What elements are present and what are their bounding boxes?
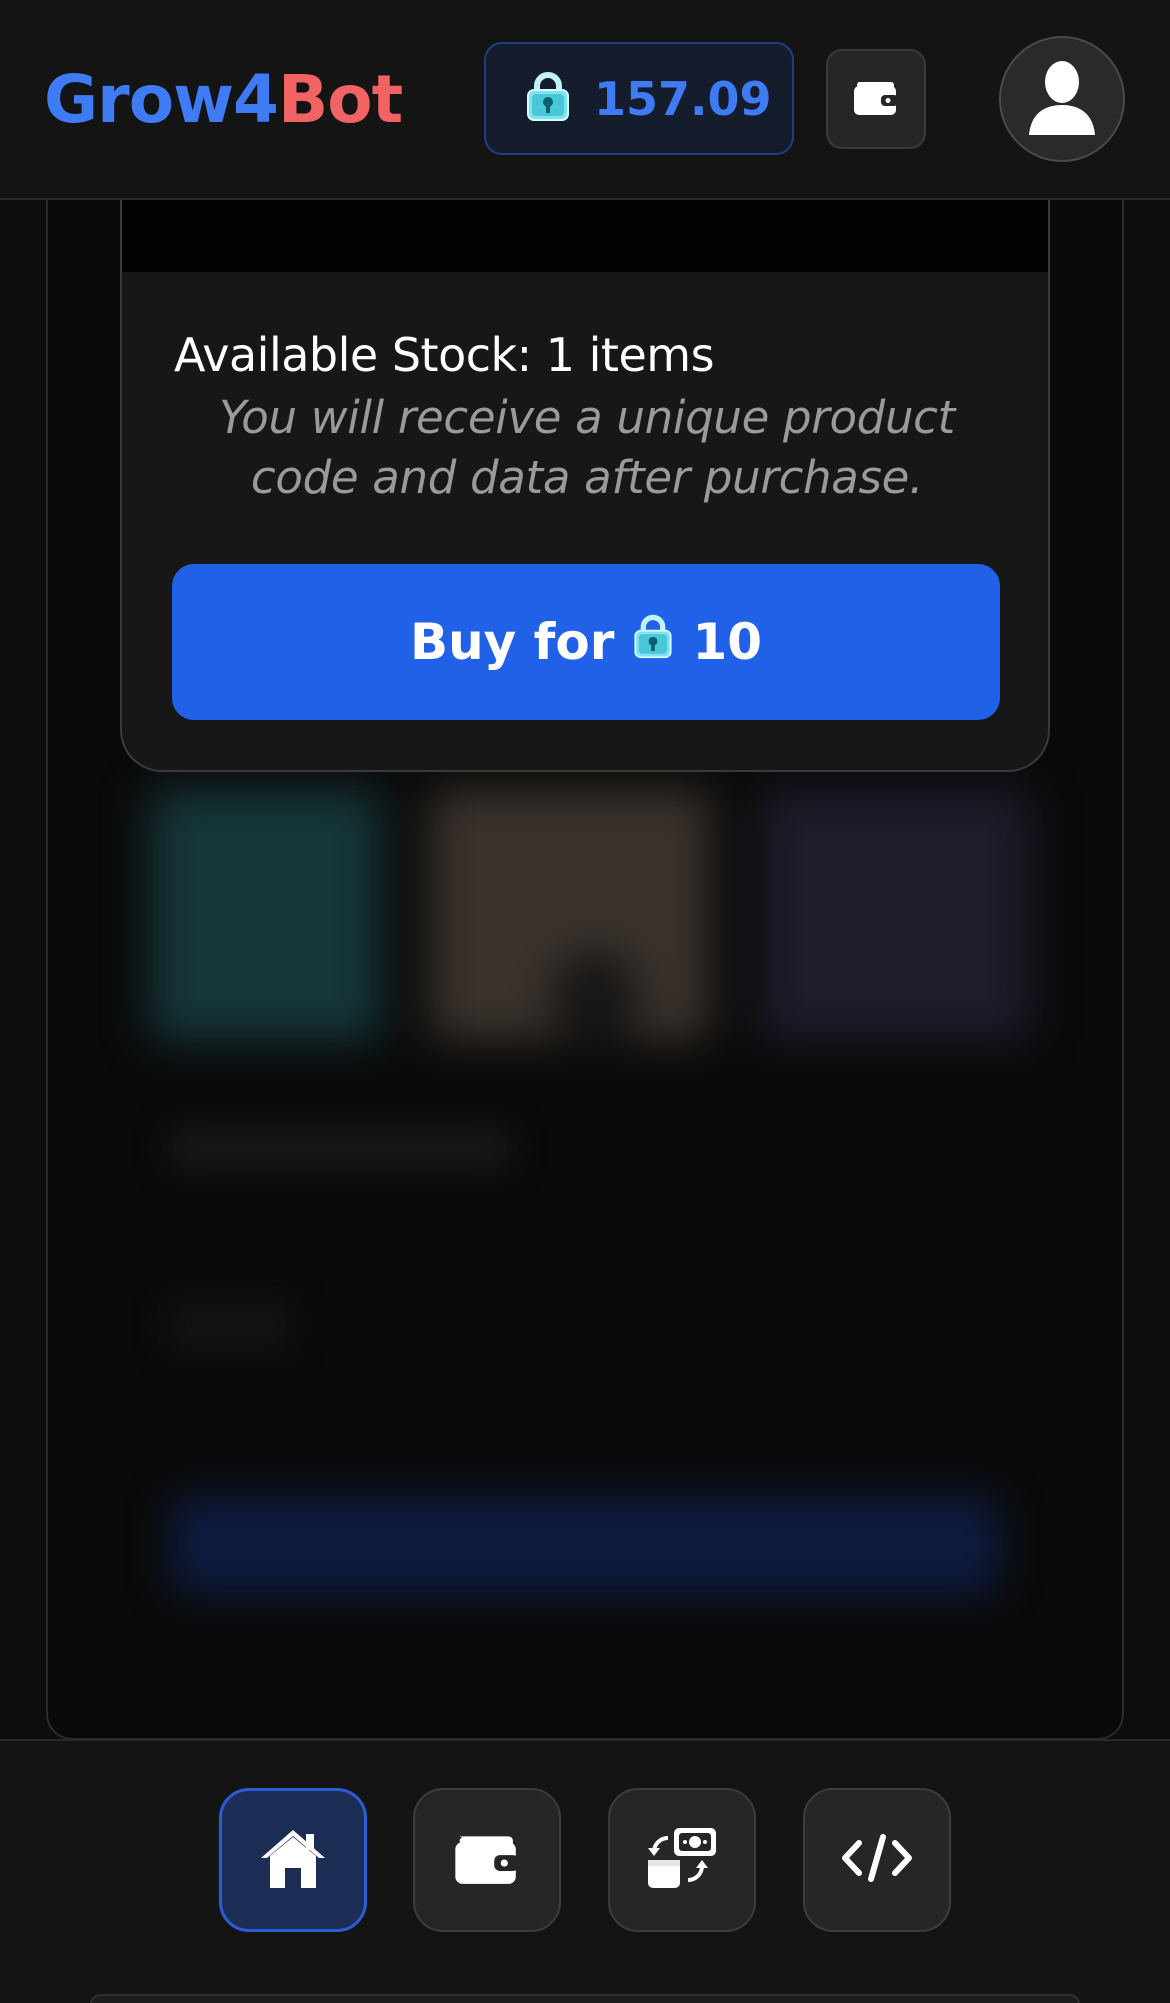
top-header: Grow4Bot 157.09 (0, 0, 1170, 200)
lock-gem-icon (630, 612, 676, 672)
nav-exchange-button[interactable] (608, 1788, 756, 1932)
nav-wallet-button[interactable] (413, 1788, 561, 1932)
purchase-card: Available Stock: 1 items You will receiv… (120, 200, 1050, 772)
header-wallet-button[interactable] (826, 49, 926, 149)
wallet-icon (851, 76, 901, 123)
blurred-text-line (170, 1130, 510, 1166)
buy-button[interactable]: Buy for 10 (172, 564, 1000, 720)
bottom-nav (0, 1739, 1170, 2003)
user-avatar-icon (1027, 57, 1097, 142)
logo-part-bot: Bot (277, 61, 403, 138)
buy-price: 10 (692, 613, 763, 671)
address-bar-edge (90, 1994, 1080, 2003)
balance-amount: 157.09 (594, 71, 772, 126)
exchange-icon (644, 1824, 720, 1897)
app-logo[interactable]: Grow4Bot (44, 58, 403, 142)
nav-code-button[interactable] (803, 1788, 951, 1932)
home-icon (258, 1826, 328, 1895)
user-avatar-button[interactable] (999, 36, 1125, 162)
page: Grow4Bot 157.09 Available Stock: 1 items… (0, 0, 1170, 2003)
browser-bottom-bar (0, 1990, 1170, 2003)
code-icon (839, 1833, 915, 1888)
purchase-note: You will receive a unique product code a… (219, 391, 955, 504)
logo-part-grow4: Grow4 (44, 61, 279, 138)
blurred-button (170, 1495, 1000, 1595)
blurred-product-images (120, 770, 1050, 1060)
card-top-strip (122, 200, 1048, 272)
balance-badge[interactable]: 157.09 (484, 42, 794, 155)
nav-home-button[interactable] (219, 1788, 367, 1932)
lock-gem-icon (522, 70, 574, 127)
available-stock-text: Available Stock: 1 items (174, 328, 715, 382)
buy-label: Buy for (409, 613, 615, 671)
wallet-icon (451, 1827, 523, 1894)
blurred-text-line (170, 1300, 290, 1350)
